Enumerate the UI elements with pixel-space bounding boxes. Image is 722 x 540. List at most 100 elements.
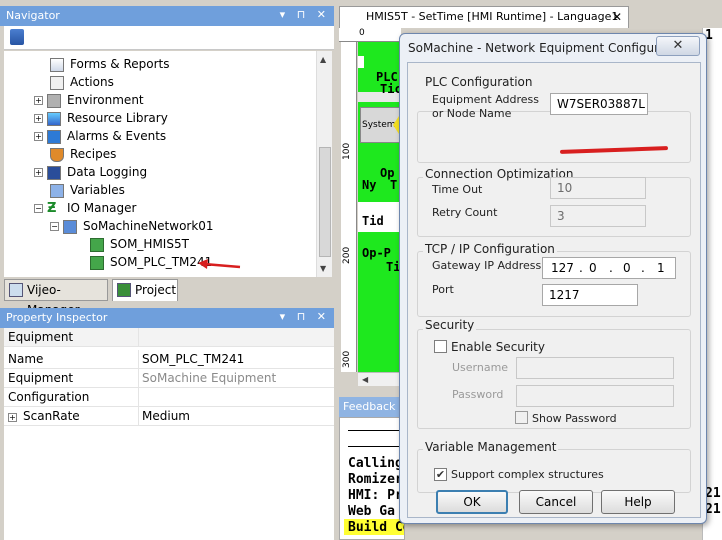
password-label: Password [452, 388, 504, 401]
tree-item-recipes[interactable]: Recipes [50, 145, 116, 163]
project-icon [117, 283, 131, 297]
plc-config-group-label: PLC Configuration [423, 75, 535, 89]
property-inspector-pin-buttons[interactable]: ▾ ⊓ ✕ [280, 310, 330, 323]
alarm-icon [47, 129, 61, 144]
hmi-text: T [390, 178, 398, 192]
retry-count-label: Retry Count [432, 206, 498, 219]
feedback-title: Feedback [343, 400, 396, 413]
scroll-left-icon[interactable]: ◀ [362, 375, 368, 384]
tcpip-group-label: TCP / IP Configuration [423, 242, 557, 256]
tree-item-som-plc-tm241[interactable]: SOM_PLC_TM241 [90, 253, 212, 271]
collapse-icon[interactable]: − [34, 204, 43, 213]
tree-item-variables[interactable]: Variables [50, 181, 125, 199]
hmi-text: Tid [362, 214, 384, 228]
tab-label: Project [135, 283, 177, 297]
property-inspector-title: Property Inspector [6, 311, 108, 324]
expand-icon[interactable]: + [34, 132, 43, 141]
cancel-button[interactable]: Cancel [519, 490, 593, 514]
collapse-icon[interactable]: − [50, 222, 59, 231]
annotation-arrow-icon [198, 259, 241, 269]
scroll-up-icon[interactable]: ▲ [320, 55, 326, 64]
navigator-tree: Forms & Reports Actions + Environment + Re… [4, 51, 316, 277]
tree-item-label: Actions [70, 75, 114, 89]
expand-icon[interactable]: + [8, 413, 17, 422]
recipe-icon [50, 147, 64, 162]
variable-management-group-label: Variable Management [423, 440, 559, 454]
enable-security-label: Enable Security [451, 340, 545, 354]
editor-tab[interactable]: HMIS5T - SetTime [HMI Runtime] - Languag… [339, 6, 629, 28]
expand-icon[interactable]: + [34, 168, 43, 177]
ip-octet[interactable]: 0 [623, 258, 631, 278]
feedback-line: Romizer [348, 472, 403, 487]
tree-item-actions[interactable]: Actions [50, 73, 114, 91]
ruler-label: 300 [342, 350, 352, 368]
username-input [516, 357, 674, 379]
tab-vijeo-manager[interactable]: Vijeo-Manager [4, 279, 108, 317]
equipment-address-input[interactable]: W7SER03887L [550, 93, 648, 115]
vijeo-manager-icon [9, 283, 23, 297]
scroll-down-icon[interactable]: ▼ [320, 264, 326, 273]
navigator-toolbar [4, 26, 334, 50]
property-row-equipment[interactable]: Equipment SoMachine Equipment [4, 369, 334, 388]
ruler-label: 200 [342, 246, 352, 264]
show-password-checkbox[interactable] [515, 411, 528, 424]
tree-item-alarms-events[interactable]: + Alarms & Events [34, 127, 166, 145]
checkmark-icon: ✔ [435, 468, 446, 481]
tree-item-som-hmis5t[interactable]: SOM_HMIS5T [90, 235, 189, 253]
editor-horizontal-scrollbar[interactable]: ◀ [358, 372, 402, 386]
project-toolbar-icon[interactable] [10, 29, 24, 45]
tree-item-label: Forms & Reports [70, 57, 170, 71]
tree-item-label: Variables [70, 183, 125, 197]
navigator-title: Navigator [6, 9, 60, 22]
expand-icon[interactable]: + [34, 96, 43, 105]
navigator-pin-buttons[interactable]: ▾ ⊓ ✕ [280, 8, 330, 21]
dialog-title: SoMachine - Network Equipment Configurat… [408, 41, 668, 55]
property-key: + ScanRate [8, 407, 80, 426]
property-row-name[interactable]: Name SOM_PLC_TM241 [4, 350, 334, 369]
tree-item-environment[interactable]: + Environment [34, 91, 144, 109]
gateway-ip-input[interactable]: 127 . 0 . 0 . 1 [542, 257, 676, 279]
help-button[interactable]: Help [601, 490, 675, 514]
tree-item-label: SoMachineNetwork01 [83, 219, 214, 233]
show-password-label: Show Password [532, 412, 617, 425]
feedback-area: Calling r Romizer HMI: Pre Web Ga Build … [339, 417, 405, 540]
ip-octet[interactable]: 0 [589, 258, 597, 278]
ip-octet[interactable]: 127 [551, 258, 574, 278]
property-value[interactable]: SOM_PLC_TM241 [142, 350, 244, 369]
ip-octet[interactable]: 1 [657, 258, 665, 278]
scroll-thumb[interactable] [319, 147, 331, 257]
tree-item-somachine-network[interactable]: − SoMachineNetwork01 [50, 217, 214, 235]
hmi-screen-canvas[interactable]: PLC Tic Op Ny T Tid Op-P Ti [358, 42, 402, 372]
enable-security-checkbox[interactable] [434, 340, 447, 353]
timeout-label: Time Out [432, 183, 483, 196]
property-key: Name [8, 352, 44, 366]
equipment-address-label-2: or Node Name [432, 107, 512, 120]
output-text: 21 [705, 486, 721, 501]
tree-item-io-manager[interactable]: − Ƶ IO Manager [34, 199, 136, 217]
property-key: Equipment [8, 371, 74, 385]
plc-icon [90, 237, 104, 252]
ok-button[interactable]: OK [436, 490, 508, 514]
close-icon[interactable]: ✕ [612, 7, 622, 27]
support-complex-checkbox[interactable]: ✔ [434, 468, 447, 481]
property-row-scanrate[interactable]: + ScanRate Medium [4, 407, 334, 426]
tree-item-data-logging[interactable]: + Data Logging [34, 163, 147, 181]
forms-icon [50, 57, 64, 72]
expand-icon[interactable]: + [34, 114, 43, 123]
property-key: Configuration [8, 390, 90, 404]
ruler-top: 0 [339, 28, 401, 42]
tree-item-resource-library[interactable]: + Resource Library [34, 109, 168, 127]
variables-icon [50, 183, 64, 198]
tree-item-forms-reports[interactable]: Forms & Reports [50, 55, 170, 73]
tab-project[interactable]: Project [112, 279, 178, 301]
property-value[interactable]: Medium [142, 407, 190, 426]
dialog-close-button[interactable]: ✕ [656, 36, 700, 56]
gateway-ip-label: Gateway IP Address [432, 259, 542, 272]
port-label: Port [432, 283, 454, 296]
support-complex-label: Support complex structures [451, 468, 604, 481]
port-input[interactable]: 1217 [542, 284, 638, 306]
navigator-scrollbar[interactable]: ▲ ▼ [316, 51, 332, 277]
property-row-configuration[interactable]: Configuration [4, 388, 334, 407]
hmi-text: Ny [362, 178, 377, 192]
tree-item-label: Alarms & Events [67, 129, 167, 143]
